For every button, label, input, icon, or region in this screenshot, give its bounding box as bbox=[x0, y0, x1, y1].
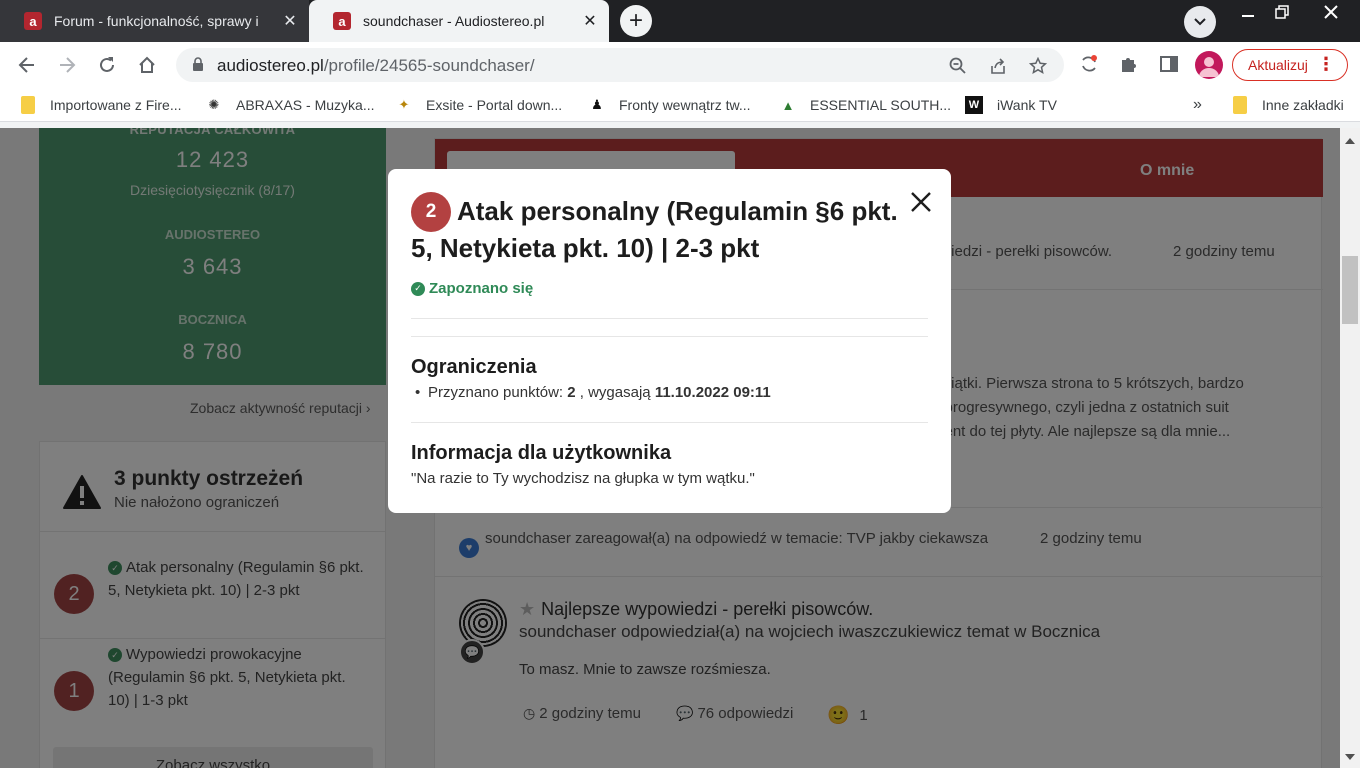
chevron-down-icon bbox=[1194, 18, 1206, 26]
bookmark-item[interactable]: ✦ Exsite - Portal down... bbox=[396, 88, 563, 122]
restriction-points: 2 bbox=[567, 384, 576, 401]
share-icon[interactable] bbox=[987, 55, 1009, 77]
figure-icon: ♟ bbox=[591, 97, 603, 112]
scroll-up-arrow-icon[interactable] bbox=[1345, 138, 1355, 144]
audiostereo-favicon-icon: a bbox=[333, 12, 351, 30]
tab-close-icon[interactable]: ✕ bbox=[281, 11, 299, 31]
warning-details-modal: Atak personalny (Regulamin §6 pkt. 5, Ne… bbox=[388, 169, 951, 513]
menu-dots-icon[interactable]: ⋮ bbox=[1317, 54, 1335, 75]
info-text: "Na razie to Ty wychodzisz na głupka w t… bbox=[411, 470, 755, 487]
bookmarks-bar: Importowane z Fire... ✺ ABRAXAS - Muzyka… bbox=[0, 88, 1360, 122]
tab-search-button[interactable] bbox=[1184, 6, 1216, 38]
profile-avatar[interactable] bbox=[1195, 51, 1223, 79]
reload-button[interactable] bbox=[92, 50, 122, 80]
zoom-icon[interactable] bbox=[947, 55, 969, 77]
bookmark-label: Inne zakładki bbox=[1262, 97, 1344, 113]
forward-arrow-icon bbox=[60, 57, 76, 73]
update-button[interactable]: Aktualizuj ⋮ bbox=[1232, 49, 1348, 81]
restriction-mid: , wygasają bbox=[575, 384, 655, 401]
close-icon[interactable] bbox=[909, 190, 933, 214]
warning-points-badge: 2 bbox=[411, 192, 451, 232]
bookmark-label: ESSENTIAL SOUTH... bbox=[810, 97, 952, 113]
tab-title: soundchaser - Audiostereo.pl bbox=[363, 13, 545, 29]
restriction-prefix: Przyznano punktów: bbox=[428, 384, 568, 401]
url-path: /profile/24565-soundchaser/ bbox=[323, 56, 535, 75]
reload-icon bbox=[100, 57, 114, 72]
home-button[interactable] bbox=[132, 50, 162, 80]
scroll-down-arrow-icon[interactable] bbox=[1345, 754, 1355, 760]
tab-bar: a Forum - funkcjonalność, sprawy i ✕ a s… bbox=[0, 0, 1360, 42]
close-icon bbox=[1324, 5, 1338, 19]
restriction-date: 11.10.2022 09:11 bbox=[654, 384, 771, 401]
bookmark-item[interactable]: ✺ ABRAXAS - Muzyka... bbox=[206, 88, 375, 122]
home-icon bbox=[139, 56, 155, 73]
bookmark-item[interactable]: ♟ Fronty wewnątrz tw... bbox=[589, 88, 750, 122]
tab-forum[interactable]: a Forum - funkcjonalność, sprawy i ✕ bbox=[0, 0, 309, 42]
sync-icon[interactable] bbox=[1077, 52, 1101, 76]
url-text: audiostereo.pl/profile/24565-soundchaser… bbox=[217, 56, 535, 76]
divider bbox=[411, 336, 928, 337]
back-arrow-icon bbox=[18, 57, 34, 73]
bookmarks-more-button[interactable]: » bbox=[1193, 88, 1202, 122]
restore-icon bbox=[1275, 5, 1289, 19]
bookmark-label: Fronty wewnątrz tw... bbox=[619, 97, 751, 113]
address-bar[interactable]: audiostereo.pl/profile/24565-soundchaser… bbox=[176, 48, 1064, 82]
bookmark-item[interactable]: ▲ ESSENTIAL SOUTH... bbox=[780, 88, 952, 122]
forward-button[interactable] bbox=[52, 50, 82, 80]
tab-soundchaser[interactable]: a soundchaser - Audiostereo.pl ✕ bbox=[309, 0, 609, 42]
abraxas-icon: ✺ bbox=[208, 97, 220, 112]
divider bbox=[411, 422, 928, 423]
restore-window-button[interactable] bbox=[1262, 0, 1302, 24]
extensions-icon[interactable] bbox=[1117, 52, 1141, 76]
folder-icon bbox=[1232, 96, 1248, 114]
url-domain: audiostereo.pl bbox=[217, 56, 324, 75]
bookmark-label: Exsite - Portal down... bbox=[426, 97, 563, 113]
check-circle-icon: ✓ bbox=[411, 281, 425, 296]
divider bbox=[411, 318, 928, 319]
acknowledged-status: ✓ Zapoznano się bbox=[411, 280, 533, 297]
close-window-button[interactable] bbox=[1306, 0, 1356, 24]
bookmark-label: ABRAXAS - Muzyka... bbox=[236, 97, 375, 113]
other-bookmarks[interactable]: Inne zakładki bbox=[1232, 88, 1344, 122]
back-button[interactable] bbox=[12, 50, 42, 80]
exsite-icon: ✦ bbox=[398, 97, 410, 112]
restrictions-heading: Ograniczenia bbox=[411, 356, 537, 378]
person-icon bbox=[1199, 57, 1219, 77]
browser-toolbar: audiostereo.pl/profile/24565-soundchaser… bbox=[0, 42, 1360, 88]
new-tab-button[interactable]: + bbox=[620, 5, 652, 37]
bookmark-label: Importowane z Fire... bbox=[50, 97, 182, 113]
scrollbar-thumb[interactable] bbox=[1342, 256, 1358, 324]
bookmark-item[interactable]: W iWank TV bbox=[965, 88, 1057, 122]
modal-title: Atak personalny (Regulamin §6 pkt. 5, Ne… bbox=[411, 196, 898, 263]
iwank-icon: W bbox=[965, 96, 983, 114]
page-scrollbar[interactable] bbox=[1340, 128, 1360, 768]
bookmark-label: iWank TV bbox=[997, 97, 1057, 113]
folder-icon bbox=[20, 96, 36, 114]
essential-icon: ▲ bbox=[781, 97, 795, 113]
tab-title: Forum - funkcjonalność, sprawy i bbox=[54, 13, 259, 29]
update-label: Aktualizuj bbox=[1248, 57, 1308, 73]
info-heading: Informacja dla użytkownika bbox=[411, 442, 672, 464]
restriction-item: Przyznano punktów: 2 , wygasają 11.10.20… bbox=[415, 384, 771, 401]
minimize-icon bbox=[1242, 15, 1254, 17]
bookmark-item[interactable]: Importowane z Fire... bbox=[20, 88, 182, 122]
acknowledged-label: Zapoznano się bbox=[429, 280, 534, 297]
bookmark-star-icon[interactable] bbox=[1027, 55, 1049, 77]
side-panel-icon[interactable] bbox=[1157, 52, 1181, 76]
tab-close-icon[interactable]: ✕ bbox=[581, 11, 599, 31]
audiostereo-favicon-icon: a bbox=[24, 12, 42, 30]
lock-icon bbox=[193, 57, 203, 71]
